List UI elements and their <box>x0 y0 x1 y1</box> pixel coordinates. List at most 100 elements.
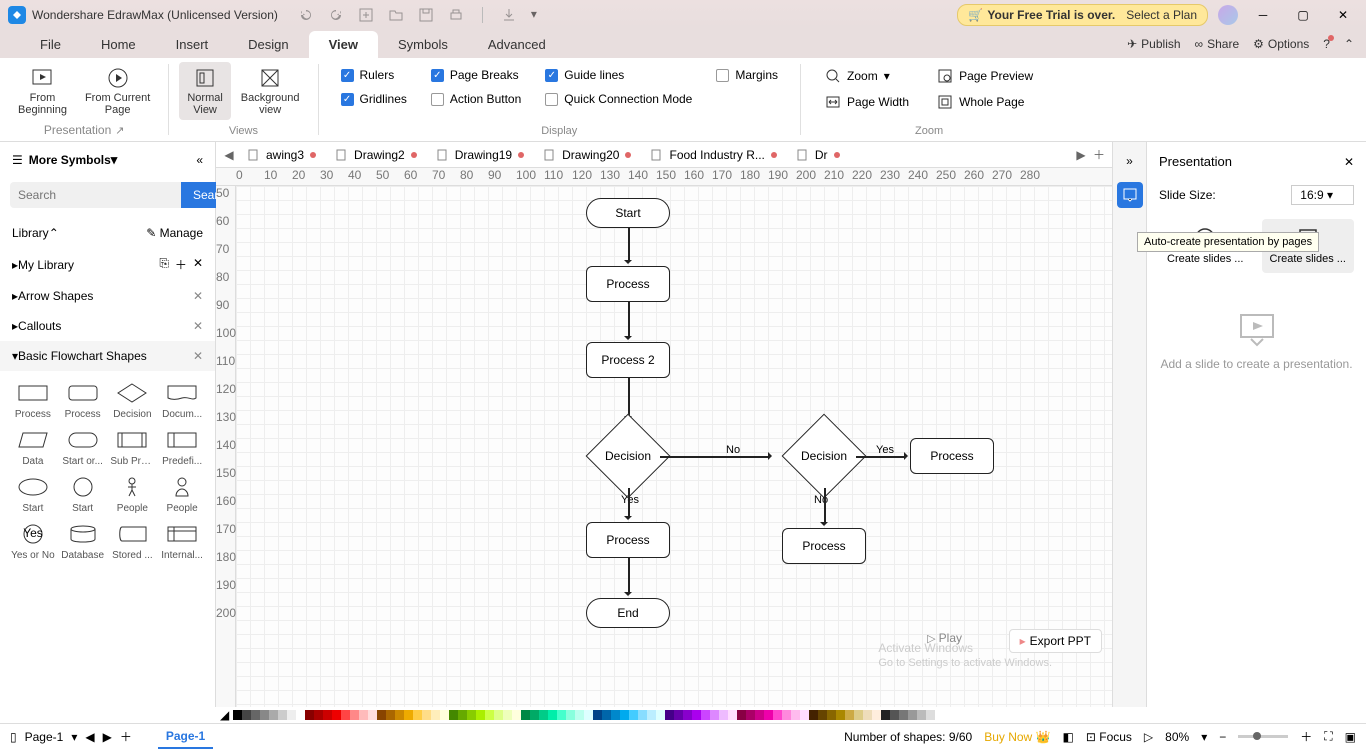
color-swatch[interactable] <box>278 710 287 720</box>
undo-icon[interactable] <box>298 7 314 23</box>
close-button[interactable]: ✕ <box>1328 5 1358 25</box>
color-swatch[interactable] <box>710 710 719 720</box>
color-swatch[interactable] <box>449 710 458 720</box>
new-icon[interactable] <box>358 7 374 23</box>
node-decision2[interactable]: Decision <box>782 414 867 499</box>
color-swatch[interactable] <box>260 710 269 720</box>
shape-thumbnail[interactable]: Decision <box>110 381 156 420</box>
color-swatch[interactable] <box>809 710 818 720</box>
shape-thumbnail[interactable]: Sub Pro... <box>110 428 156 467</box>
color-swatch[interactable] <box>755 710 764 720</box>
color-swatch[interactable] <box>701 710 710 720</box>
maximize-button[interactable]: ▢ <box>1288 5 1318 25</box>
color-swatch[interactable] <box>530 710 539 720</box>
from-beginning-button[interactable]: From Beginning <box>10 62 75 120</box>
color-swatch[interactable] <box>800 710 809 720</box>
page-width-button[interactable]: Page Width <box>825 94 909 110</box>
trial-banner[interactable]: 🛒 Your Free Trial is over. Select a Plan <box>957 4 1208 26</box>
color-swatch[interactable] <box>854 710 863 720</box>
color-swatch[interactable] <box>512 710 521 720</box>
menu-tab-file[interactable]: File <box>20 31 81 58</box>
tabs-prev-icon[interactable]: ◀ <box>220 148 238 162</box>
color-swatch[interactable] <box>485 710 494 720</box>
color-swatch[interactable] <box>368 710 377 720</box>
more-symbols-button[interactable]: More Symbols▾ <box>29 152 191 168</box>
new-tab-icon[interactable]: ＋ <box>1090 146 1108 163</box>
shape-thumbnail[interactable]: Start <box>10 475 56 514</box>
color-swatch[interactable] <box>539 710 548 720</box>
color-swatch[interactable] <box>350 710 359 720</box>
color-swatch[interactable] <box>467 710 476 720</box>
dropdown-icon[interactable]: ▾ <box>531 7 547 23</box>
library-section[interactable]: ▸ Arrow Shapes✕ <box>0 281 215 311</box>
save-icon[interactable] <box>418 7 434 23</box>
checkbox-rulers[interactable]: Rulers <box>341 68 407 82</box>
color-swatch[interactable] <box>638 710 647 720</box>
shape-thumbnail[interactable]: Start <box>60 475 106 514</box>
checkbox-margins[interactable]: Margins <box>716 68 778 82</box>
node-start[interactable]: Start <box>586 198 670 228</box>
document-tab[interactable]: awing3 <box>238 142 326 168</box>
node-end[interactable]: End <box>586 598 670 628</box>
normal-view-button[interactable]: Normal View <box>179 62 230 120</box>
color-swatch[interactable] <box>908 710 917 720</box>
color-swatch[interactable] <box>503 710 512 720</box>
color-swatch[interactable] <box>422 710 431 720</box>
checkbox-quick_conn[interactable]: Quick Connection Mode <box>545 92 692 106</box>
color-swatch[interactable] <box>566 710 575 720</box>
document-tab[interactable]: Dr <box>787 142 850 168</box>
color-swatch[interactable] <box>899 710 908 720</box>
color-swatch[interactable] <box>620 710 629 720</box>
checkbox-gridlines[interactable]: Gridlines <box>341 92 407 106</box>
color-swatch[interactable] <box>602 710 611 720</box>
menu-tab-view[interactable]: View <box>309 31 378 58</box>
color-swatch[interactable] <box>665 710 674 720</box>
color-swatch[interactable] <box>845 710 854 720</box>
color-swatch[interactable] <box>395 710 404 720</box>
color-swatch[interactable] <box>314 710 323 720</box>
menu-tab-advanced[interactable]: Advanced <box>468 31 566 58</box>
menu-tab-design[interactable]: Design <box>228 31 308 58</box>
color-swatch[interactable] <box>863 710 872 720</box>
color-swatch[interactable] <box>917 710 926 720</box>
open-icon[interactable] <box>388 7 404 23</box>
whole-page-button[interactable]: Whole Page <box>937 94 1033 110</box>
manage-library-button[interactable]: ✎ Manage <box>146 226 203 240</box>
document-tab[interactable]: Food Industry R... <box>641 142 786 168</box>
checkbox-page_breaks[interactable]: Page Breaks <box>431 68 521 82</box>
color-swatch[interactable] <box>683 710 692 720</box>
color-swatch[interactable] <box>359 710 368 720</box>
play-button[interactable]: ▷ Play <box>927 631 962 645</box>
color-swatch[interactable] <box>629 710 638 720</box>
shape-thumbnail[interactable]: Internal... <box>159 522 205 561</box>
shape-thumbnail[interactable]: Process <box>60 381 106 420</box>
redo-icon[interactable] <box>328 7 344 23</box>
checkbox-action_button[interactable]: Action Button <box>431 92 521 106</box>
color-swatch[interactable] <box>323 710 332 720</box>
library-section[interactable]: ▾ Basic Flowchart Shapes✕ <box>0 341 215 371</box>
print-icon[interactable] <box>448 7 464 23</box>
shape-thumbnail[interactable]: Docum... <box>159 381 205 420</box>
color-swatch[interactable] <box>341 710 350 720</box>
close-panel-icon[interactable]: ✕ <box>1344 155 1354 169</box>
color-swatch[interactable] <box>728 710 737 720</box>
color-swatch[interactable] <box>287 710 296 720</box>
color-palette[interactable]: ◢ <box>0 707 1366 723</box>
color-swatch[interactable] <box>251 710 260 720</box>
help-button[interactable]: ? <box>1323 37 1330 51</box>
share-button[interactable]: ∞ Share <box>1195 37 1240 51</box>
options-button[interactable]: ⚙ Options <box>1253 37 1309 51</box>
checkbox-guide_lines[interactable]: Guide lines <box>545 68 692 82</box>
color-swatch[interactable] <box>647 710 656 720</box>
color-swatch[interactable] <box>827 710 836 720</box>
minimize-button[interactable]: ─ <box>1248 5 1278 25</box>
color-swatch[interactable] <box>296 710 305 720</box>
shape-thumbnail[interactable]: Predefi... <box>159 428 205 467</box>
color-swatch[interactable] <box>818 710 827 720</box>
color-swatch[interactable] <box>557 710 566 720</box>
menu-tab-symbols[interactable]: Symbols <box>378 31 468 58</box>
page-preview-button[interactable]: Page Preview <box>937 68 1033 84</box>
tabs-next-icon[interactable]: ▶ <box>1072 148 1090 162</box>
color-swatch[interactable] <box>413 710 422 720</box>
color-swatch[interactable] <box>440 710 449 720</box>
